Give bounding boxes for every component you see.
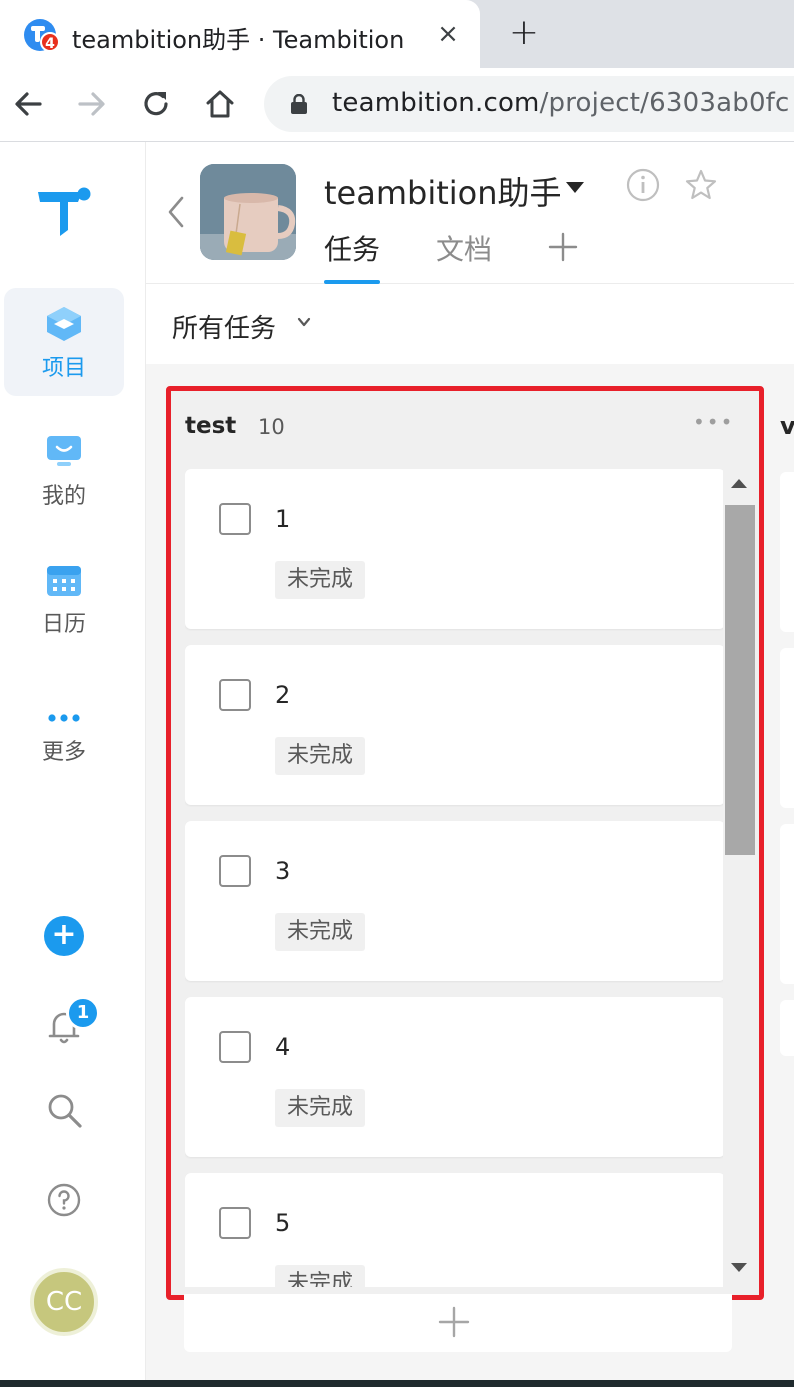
tab-title: teambition助手 · Teambition	[72, 26, 405, 54]
task-card[interactable]: 4 未完成	[185, 997, 725, 1157]
task-filter-bar: 所有任务	[146, 284, 794, 364]
browser-toolbar: teambition.com/project/6303ab0fc	[0, 68, 794, 142]
user-avatar[interactable]: CC	[30, 1268, 98, 1336]
scroll-up-arrow-icon[interactable]	[731, 479, 747, 488]
task-status-tag: 未完成	[275, 737, 366, 775]
sidebar-item-label: 更多	[41, 740, 86, 765]
plus-icon	[438, 1306, 470, 1338]
address-bar[interactable]: teambition.com/project/6303ab0fc	[264, 76, 794, 132]
column-title[interactable]: test	[185, 413, 236, 439]
app-sidebar: 项目 我的 日历 更多 + 1 CC	[0, 142, 146, 1387]
calendar-icon	[47, 566, 81, 596]
project-cube-icon	[47, 307, 81, 341]
project-header: teambition助手 任务 文档	[146, 142, 794, 284]
sidebar-item-calendar[interactable]: 日历	[4, 544, 124, 652]
task-title: 4	[275, 1033, 291, 1061]
sidebar-item-label: 项目	[41, 356, 86, 381]
scrollbar-thumb[interactable]	[725, 505, 755, 855]
sidebar-item-label: 我的	[41, 484, 86, 509]
url-host: teambition.com	[332, 88, 540, 118]
task-column: test 10 ••• 1 未完成 2 未完成 3 未完成 4 未完成 5 未完…	[166, 386, 764, 1300]
task-card[interactable]: 2 未完成	[185, 645, 725, 805]
next-column-card[interactable]	[780, 472, 794, 632]
next-column-card[interactable]	[780, 648, 794, 808]
info-icon[interactable]	[626, 168, 660, 202]
taskbar-edge	[0, 1380, 794, 1387]
task-checkbox[interactable]	[219, 679, 251, 711]
task-status-tag: 未完成	[275, 1089, 366, 1127]
tab-docs[interactable]: 文档	[436, 228, 492, 268]
task-checkbox[interactable]	[219, 1207, 251, 1239]
more-dots-icon	[48, 714, 80, 722]
task-title: 2	[275, 681, 291, 709]
browser-tab[interactable]: 4 teambition助手 · Teambition ×	[0, 0, 480, 68]
lock-icon[interactable]	[290, 94, 308, 114]
filter-dropdown[interactable]: 所有任务	[172, 308, 276, 345]
column-scrollbar[interactable]	[723, 469, 757, 1287]
task-checkbox[interactable]	[219, 1031, 251, 1063]
column-more-icon[interactable]: •••	[693, 412, 732, 435]
reload-icon[interactable]	[138, 86, 174, 122]
create-plus-button[interactable]: +	[44, 916, 84, 956]
task-status-tag: 未完成	[275, 561, 366, 599]
sidebar-item-mine[interactable]: 我的	[4, 416, 124, 524]
task-card[interactable]: 3 未完成	[185, 821, 725, 981]
tab-tasks[interactable]: 任务	[324, 228, 380, 268]
sidebar-item-label: 日历	[41, 612, 86, 637]
column-task-count: 10	[258, 415, 285, 439]
scroll-down-arrow-icon[interactable]	[731, 1263, 747, 1272]
chevron-down-icon[interactable]	[296, 314, 312, 330]
url-text[interactable]: teambition.com/project/6303ab0fc	[332, 88, 790, 118]
task-card[interactable]: 1 未完成	[185, 469, 725, 629]
url-path: /project/6303ab0fc	[539, 88, 790, 118]
task-card[interactable]: 5 未完成	[185, 1173, 725, 1287]
tab-close-icon[interactable]: ×	[432, 18, 464, 50]
task-title: 3	[275, 857, 291, 885]
sidebar-item-more[interactable]: 更多	[4, 672, 124, 780]
sidebar-item-projects[interactable]: 项目	[4, 288, 124, 396]
mug-illustration	[200, 164, 296, 260]
back-arrow-icon[interactable]	[10, 86, 46, 122]
star-icon[interactable]	[684, 168, 718, 202]
teambition-logo-icon[interactable]	[36, 182, 96, 242]
notification-badge: 1	[66, 996, 100, 1030]
task-board: test 10 ••• 1 未完成 2 未完成 3 未完成 4 未完成 5 未完…	[146, 364, 794, 1387]
chevron-left-icon[interactable]	[164, 194, 188, 230]
task-checkbox[interactable]	[219, 855, 251, 887]
project-title[interactable]: teambition助手	[324, 168, 562, 214]
favicon-badge: 4	[40, 32, 60, 52]
monitor-icon	[47, 436, 81, 466]
task-status-tag: 未完成	[275, 1265, 366, 1287]
add-task-button[interactable]	[184, 1294, 732, 1352]
task-title: 1	[275, 505, 291, 533]
task-checkbox[interactable]	[219, 503, 251, 535]
task-list: 1 未完成 2 未完成 3 未完成 4 未完成 5 未完成	[185, 469, 725, 1287]
forward-arrow-icon[interactable]	[74, 86, 110, 122]
add-tab-icon[interactable]	[548, 232, 578, 262]
help-icon[interactable]	[46, 1182, 82, 1218]
home-icon[interactable]	[202, 86, 238, 122]
next-column-card[interactable]	[780, 1000, 794, 1056]
next-column-card[interactable]	[780, 824, 794, 984]
new-tab-icon[interactable]: +	[506, 15, 542, 52]
next-column-title[interactable]: v	[780, 412, 794, 440]
browser-tab-strip: 4 teambition助手 · Teambition × +	[0, 0, 794, 68]
caret-down-icon[interactable]	[566, 182, 584, 193]
task-title: 5	[275, 1209, 291, 1237]
task-status-tag: 未完成	[275, 913, 366, 951]
project-cover-image[interactable]	[200, 164, 296, 260]
search-icon[interactable]	[46, 1092, 84, 1130]
